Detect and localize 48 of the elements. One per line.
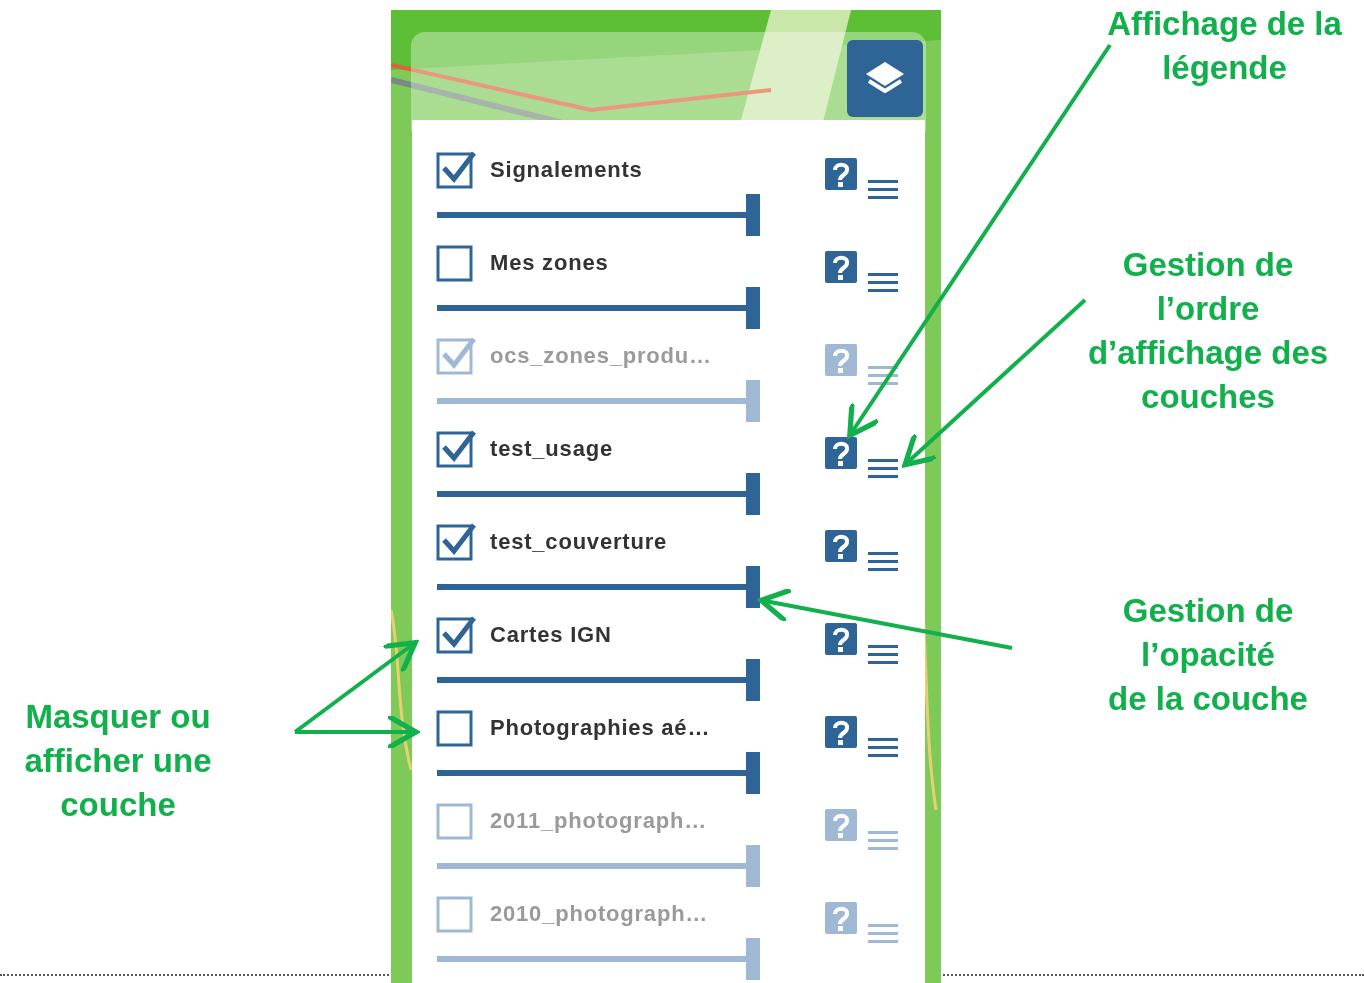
help-icon[interactable] (825, 251, 857, 283)
menu-icon[interactable] (868, 643, 898, 667)
help-icon[interactable] (825, 530, 857, 562)
help-icon[interactable] (825, 716, 857, 748)
checkbox[interactable] (436, 615, 476, 655)
checkbox[interactable] (436, 708, 476, 748)
opacity-slider[interactable] (437, 287, 760, 329)
annotation-text: Masquer ou afficher une couche (23, 697, 213, 825)
layer-name: test_usage (490, 435, 614, 463)
checkbox[interactable] (436, 243, 476, 283)
layer-name: Signalements (490, 156, 644, 184)
layer-name: 2011_photograph… (490, 807, 708, 835)
layer-name: Photographies aé… (490, 714, 712, 742)
checkbox[interactable] (436, 522, 476, 562)
slider-thumb[interactable] (746, 659, 760, 701)
menu-icon[interactable] (868, 457, 898, 481)
opacity-slider[interactable] (437, 380, 760, 422)
slider-thumb[interactable] (746, 473, 760, 515)
layer-name: Cartes IGN (490, 621, 613, 649)
annotation-text: Gestion de l’ordre d’affichage des couches (1086, 245, 1330, 417)
annotation-text: Gestion de l’opacité de la couche (1107, 591, 1309, 719)
menu-icon[interactable] (868, 178, 898, 202)
help-icon[interactable] (825, 158, 857, 190)
layers-button[interactable] (847, 40, 923, 117)
opacity-slider[interactable] (437, 566, 760, 608)
opacity-slider[interactable] (437, 473, 760, 515)
annotation-text: Affichage de la légende (1106, 4, 1343, 88)
help-icon[interactable] (825, 623, 857, 655)
menu-icon[interactable] (868, 550, 898, 574)
opacity-slider[interactable] (437, 845, 760, 887)
layer-name: Mes zones (490, 249, 610, 277)
layer-name: test_couverture (490, 528, 669, 556)
menu-icon[interactable] (868, 736, 898, 760)
help-icon[interactable] (825, 437, 857, 469)
checkbox[interactable] (436, 429, 476, 469)
opacity-slider[interactable] (437, 194, 760, 236)
checkbox[interactable] (436, 150, 476, 190)
opacity-slider[interactable] (437, 938, 760, 980)
layer-name: 2010_photograph… (490, 900, 710, 928)
slider-thumb[interactable] (746, 194, 760, 236)
layer-name: ocs_zones_produ… (490, 342, 713, 370)
slider-thumb[interactable] (746, 287, 760, 329)
menu-icon[interactable] (868, 271, 898, 295)
slider-thumb[interactable] (746, 752, 760, 794)
opacity-slider[interactable] (437, 659, 760, 701)
menu-icon[interactable] (868, 364, 898, 388)
slider-thumb[interactable] (746, 566, 760, 608)
opacity-slider[interactable] (437, 752, 760, 794)
